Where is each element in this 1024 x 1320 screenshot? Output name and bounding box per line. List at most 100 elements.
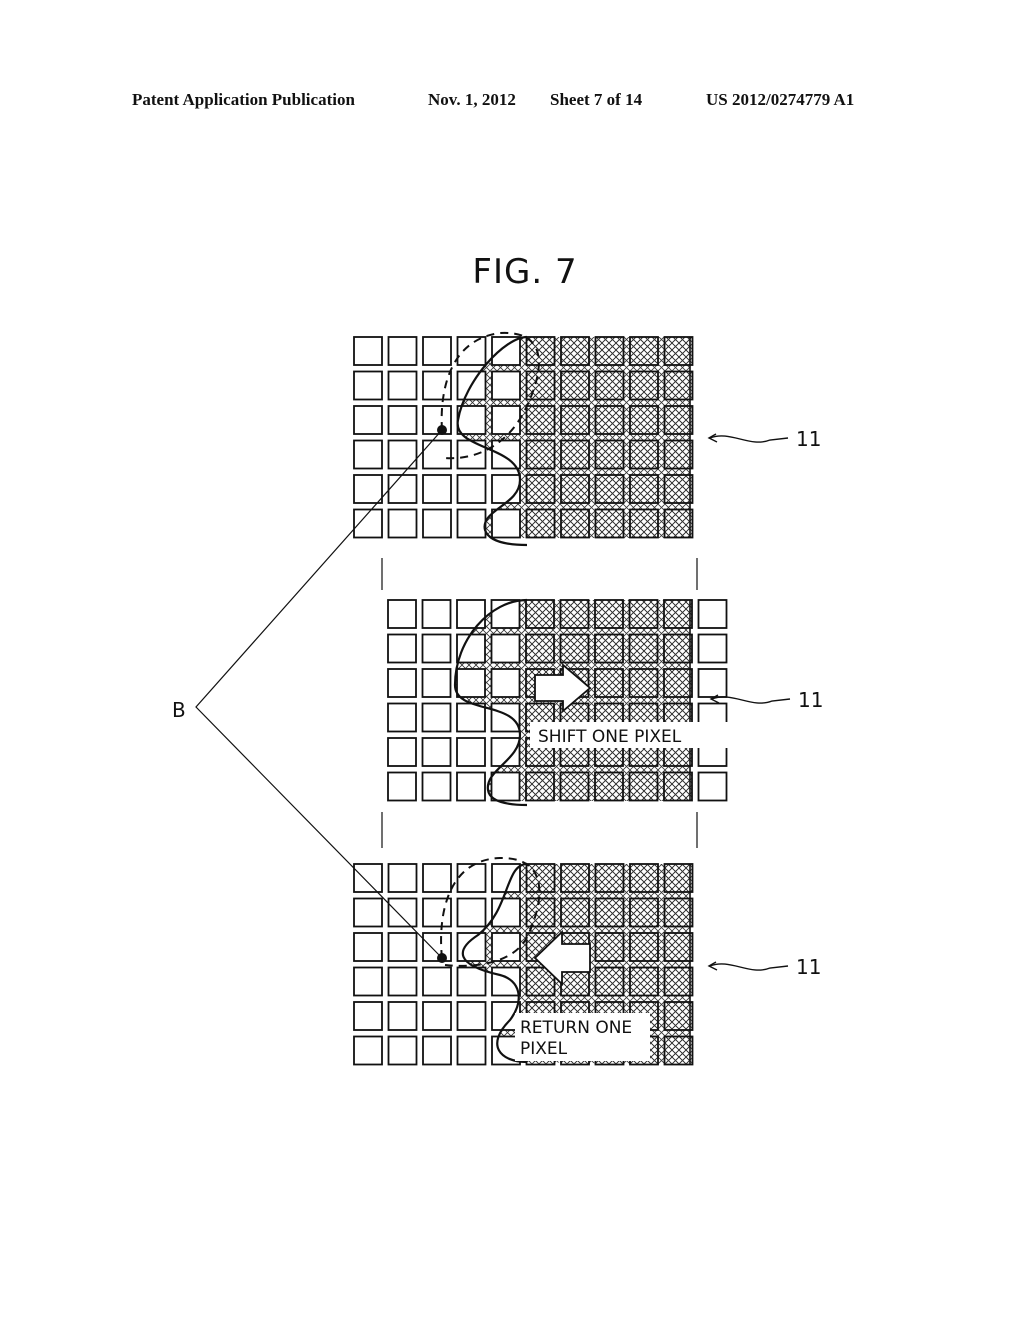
pixel-cell xyxy=(387,932,418,962)
pixel-cell xyxy=(629,336,659,366)
pixel-cell xyxy=(456,474,487,504)
pixel-cell xyxy=(663,966,694,997)
pixel-cell xyxy=(663,1001,694,1031)
pixel-cell xyxy=(663,771,693,802)
pixel-cell xyxy=(422,370,452,401)
pixel-cell xyxy=(629,508,659,539)
pixel-cell xyxy=(490,702,521,733)
pixel-cell xyxy=(490,633,521,664)
pixel-cell xyxy=(594,966,625,997)
pixel-cell xyxy=(560,405,590,435)
panel-top: 11 xyxy=(353,331,821,547)
annotation-shift: SHIFT ONE PIXEL xyxy=(538,727,682,747)
pixel-cell xyxy=(456,771,486,802)
annotation-return-line: RETURN ONE xyxy=(520,1018,632,1038)
figure-diagram: 11 SHIFT ONE PIXEL 11 RETURN ONEPIXEL 11 B xyxy=(172,331,823,1066)
pixel-cell xyxy=(456,633,486,664)
pixel-cell xyxy=(353,439,383,470)
pixel-cell xyxy=(387,599,417,629)
pixel-cell xyxy=(663,508,694,539)
pixel-cell xyxy=(422,966,452,997)
pixel-cell xyxy=(387,508,418,539)
pixel-cell xyxy=(491,439,521,470)
reference-leader xyxy=(709,435,789,443)
pixel-cell xyxy=(456,863,487,893)
panel-middle: SHIFT ONE PIXEL 11 xyxy=(387,598,823,807)
pixel-cell xyxy=(456,932,487,962)
pixel-cell xyxy=(353,474,383,504)
pixel-cell xyxy=(663,336,694,366)
pixel-cell xyxy=(387,336,418,366)
pixel-cell xyxy=(456,336,487,366)
pixel-cell xyxy=(387,702,417,733)
reference-leader xyxy=(709,963,789,971)
pixel-cell xyxy=(663,932,694,962)
pixel-cell xyxy=(629,405,659,435)
pixel-cell xyxy=(421,702,452,733)
pixel-cell xyxy=(353,1001,383,1031)
pixel-cell xyxy=(353,1035,383,1066)
pixel-cell xyxy=(456,1035,487,1066)
pixel-cell xyxy=(525,599,555,629)
pixel-cell xyxy=(697,599,728,629)
pixel-cell xyxy=(559,633,590,664)
pixel-cell xyxy=(663,633,693,664)
pixel-cell xyxy=(456,737,486,767)
reference-arrowhead-icon xyxy=(707,961,718,971)
pixel-cell xyxy=(422,1035,452,1066)
pixel-cell xyxy=(594,932,625,962)
pixel-cell xyxy=(663,405,694,435)
pixel-cell xyxy=(697,633,728,664)
pixel-cell xyxy=(421,737,452,767)
pixel-cell xyxy=(629,474,659,504)
pixel-cell xyxy=(594,439,625,470)
pixel-cell xyxy=(422,474,452,504)
pixel-cell xyxy=(456,702,486,733)
pixel-cell xyxy=(629,863,659,893)
pixel-cell xyxy=(456,508,487,539)
pixel-cell xyxy=(525,897,556,928)
pixel-cell xyxy=(594,336,625,366)
pixel-cell xyxy=(491,474,521,504)
pixel-cell xyxy=(525,439,556,470)
pixel-cell xyxy=(387,633,417,664)
pixel-cell xyxy=(594,897,625,928)
pixel-cell xyxy=(421,599,452,629)
pixel-cell xyxy=(525,508,556,539)
pixel-cell xyxy=(387,737,417,767)
pixel-cell xyxy=(422,439,452,470)
pixel-cell xyxy=(422,508,452,539)
pixel-cell xyxy=(456,1001,487,1031)
pixel-cell xyxy=(353,405,383,435)
pixel-cell xyxy=(594,599,624,629)
pixel-cell xyxy=(697,668,728,698)
pixel-cell xyxy=(663,1035,694,1066)
pixel-cell xyxy=(628,633,659,664)
pixel-cell xyxy=(387,668,417,698)
pixel-cell xyxy=(421,668,452,698)
pixel-cell xyxy=(353,897,383,928)
pixel-cell xyxy=(629,439,659,470)
pixel-cell xyxy=(387,1001,418,1031)
pixel-cell xyxy=(387,863,418,893)
pixel-cell xyxy=(491,405,521,435)
pixel-cell xyxy=(594,633,624,664)
pixel-cell xyxy=(560,863,590,893)
pixel-cell xyxy=(387,474,418,504)
pixel-cell xyxy=(387,966,418,997)
pixel-cell xyxy=(560,508,590,539)
pixel-cell xyxy=(594,405,625,435)
pixel-cell xyxy=(387,370,418,401)
pixel-cell xyxy=(387,897,418,928)
pixel-cell xyxy=(353,863,383,893)
pixel-cell xyxy=(421,771,452,802)
pixel-cell xyxy=(560,370,590,401)
pixel-cell xyxy=(353,336,383,366)
pixel-cell xyxy=(491,336,521,366)
pixel-cell xyxy=(422,897,452,928)
pixel-cell xyxy=(387,405,418,435)
pixel-cell xyxy=(525,474,556,504)
pixel-cell xyxy=(629,932,659,962)
pixel-cell xyxy=(697,771,728,802)
pixel-cell xyxy=(422,1001,452,1031)
